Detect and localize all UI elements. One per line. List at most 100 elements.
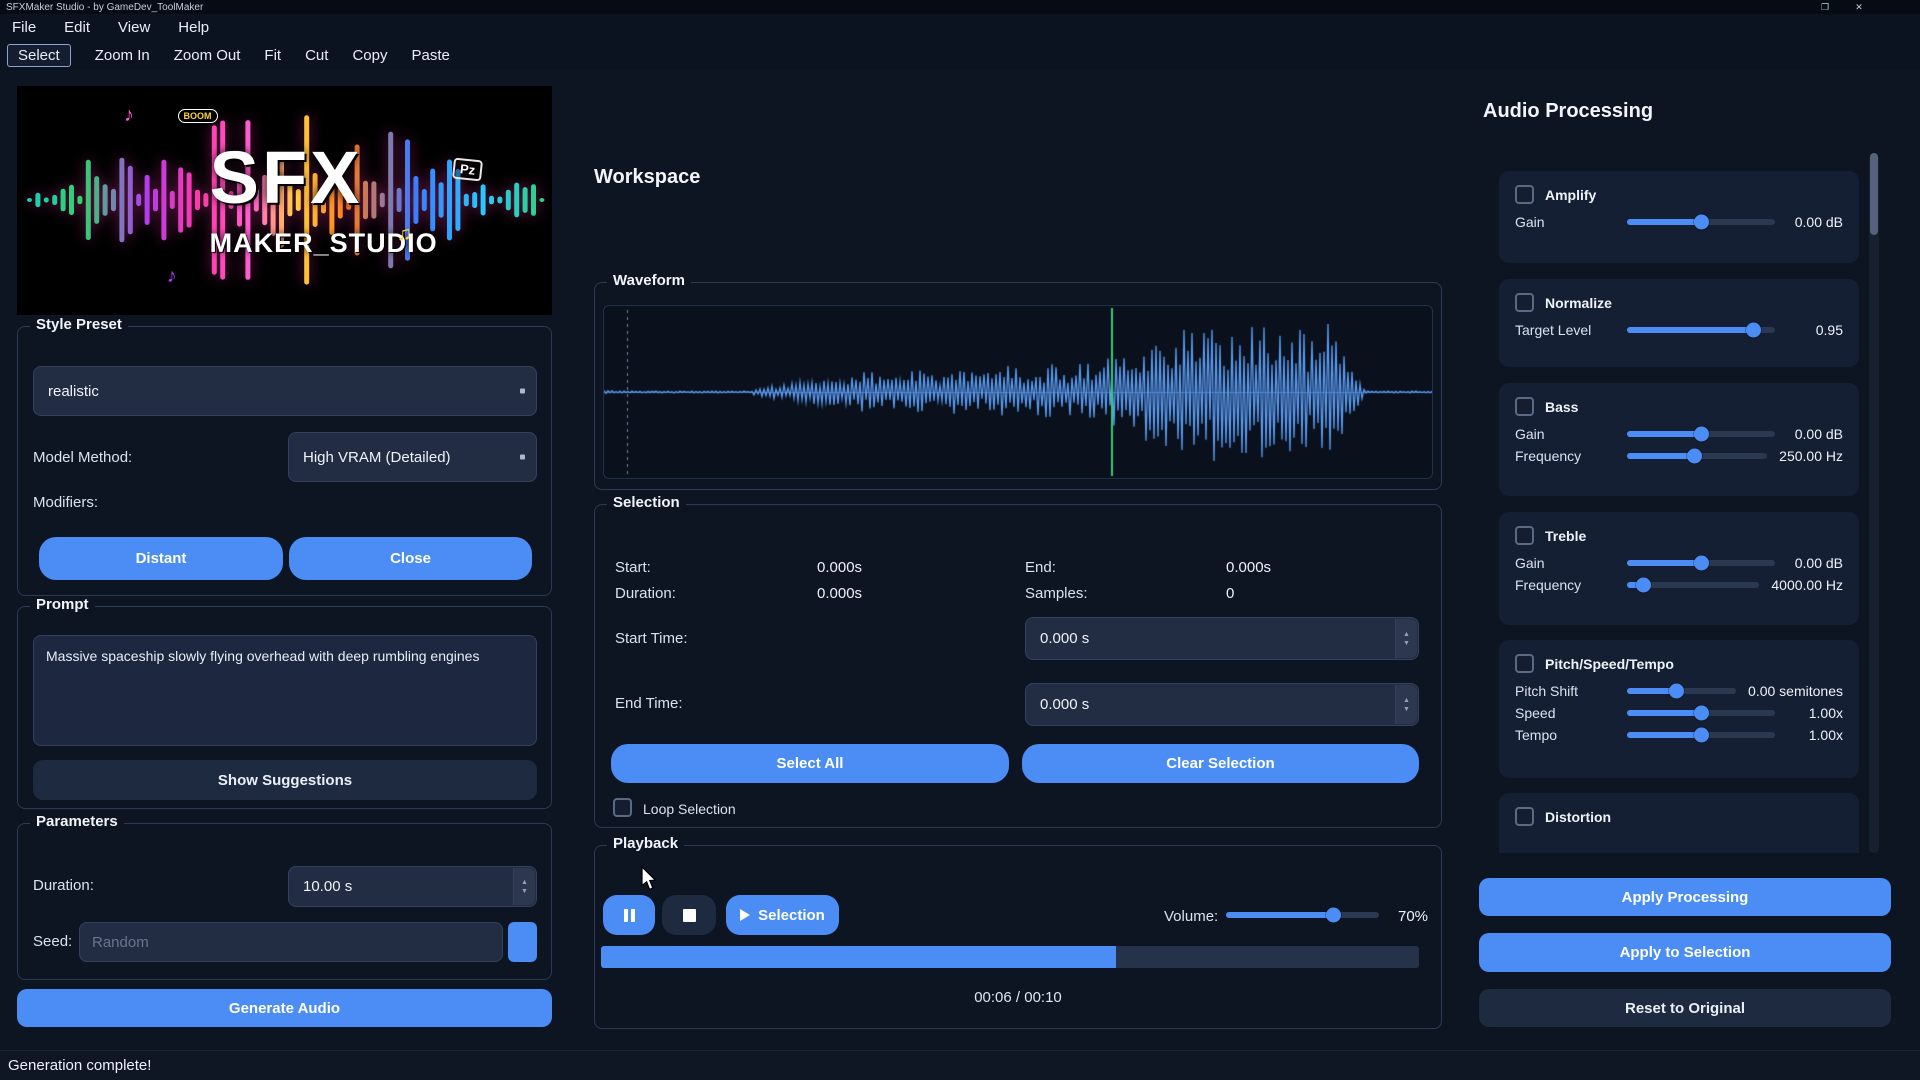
menu-edit[interactable]: Edit (64, 19, 90, 36)
selection-title: Selection (607, 494, 686, 511)
tool-cut[interactable]: Cut (305, 47, 328, 64)
waveform-canvas[interactable] (604, 306, 1432, 478)
selection-duration-value: 0.000s (817, 584, 862, 604)
tempo-slider[interactable] (1627, 732, 1775, 738)
speed-label: Speed (1515, 705, 1627, 721)
pitch-shift-value: 0.00 semitones (1748, 683, 1843, 699)
seed-random-button[interactable] (508, 922, 537, 962)
selection-end-label: End: (1025, 558, 1056, 578)
menu-file[interactable]: File (12, 19, 36, 36)
apply-processing-button[interactable]: Apply Processing (1479, 878, 1891, 916)
pitch-speed-tempo-label: Pitch/Speed/Tempo (1545, 656, 1674, 672)
tool-fit[interactable]: Fit (264, 47, 281, 64)
pitch-speed-tempo-checkbox[interactable] (1515, 654, 1534, 673)
pause-button[interactable] (603, 895, 655, 935)
treble-frequency-slider[interactable] (1627, 582, 1759, 588)
tempo-value: 1.00x (1787, 727, 1843, 743)
bass-card: Bass Gain 0.00 dB Frequency 250.00 Hz (1499, 383, 1859, 496)
style-preset-group: Style Preset realistic Model Method: Hig… (17, 326, 552, 596)
play-selection-button[interactable]: Selection (726, 895, 839, 935)
workspace-heading: Workspace (594, 166, 700, 189)
play-selection-label: Selection (758, 907, 825, 924)
distortion-label: Distortion (1545, 809, 1611, 825)
tool-copy[interactable]: Copy (352, 47, 387, 64)
selection-group: Selection Start: 0.000s End: 0.000s Dura… (594, 504, 1442, 828)
select-all-button[interactable]: Select All (611, 744, 1009, 783)
chevron-down-icon (520, 455, 525, 460)
duration-label: Duration: (33, 876, 94, 896)
tool-zoom-in[interactable]: Zoom In (95, 47, 150, 64)
bass-frequency-value: 250.00 Hz (1779, 448, 1843, 464)
processing-scroll-area: Amplify Gain 0.00 dB Normalize Target Le… (1499, 155, 1859, 853)
menu-bar: File Edit View Help (0, 14, 1920, 40)
modifier-distant-button[interactable]: Distant (39, 537, 283, 580)
status-bar: Generation complete! (0, 1050, 1920, 1080)
seed-label: Seed: (33, 932, 72, 952)
speed-slider[interactable] (1627, 710, 1775, 716)
duration-spinbox[interactable]: 10.00 s ▲▼ (288, 866, 537, 907)
target-level-slider[interactable] (1627, 327, 1775, 333)
tool-paste[interactable]: Paste (411, 47, 449, 64)
treble-gain-slider[interactable] (1627, 560, 1775, 566)
stop-button[interactable] (662, 895, 716, 935)
chevron-down-icon (520, 389, 525, 394)
maximize-button[interactable]: ❐ (1812, 0, 1838, 14)
normalize-checkbox[interactable] (1515, 293, 1534, 312)
processing-scrollbar-thumb[interactable] (1870, 153, 1878, 235)
model-method-label: Model Method: (33, 448, 132, 468)
bass-gain-slider[interactable] (1627, 431, 1775, 437)
prompt-textarea[interactable]: Massive spaceship slowly flying overhead… (33, 635, 537, 746)
logo-boom-bubble: BOOM (178, 109, 218, 123)
start-time-spinbox[interactable]: 0.000 s ▲▼ (1025, 617, 1419, 660)
amplify-checkbox[interactable] (1515, 185, 1534, 204)
treble-gain-label: Gain (1515, 555, 1627, 571)
logo-pz-badge: Pz (452, 158, 483, 182)
target-level-value: 0.95 (1787, 322, 1843, 338)
bass-frequency-slider[interactable] (1627, 453, 1767, 459)
playback-progress-bar[interactable] (601, 946, 1419, 968)
mouse-cursor (641, 866, 659, 892)
menu-help[interactable]: Help (178, 19, 209, 36)
volume-slider[interactable] (1226, 912, 1379, 918)
playback-time: 00:06 / 00:10 (595, 988, 1441, 1008)
speed-value: 1.00x (1787, 705, 1843, 721)
tool-zoom-out[interactable]: Zoom Out (174, 47, 241, 64)
distortion-card: Distortion (1499, 793, 1859, 853)
show-suggestions-button[interactable]: Show Suggestions (33, 760, 537, 800)
generate-audio-button[interactable]: Generate Audio (17, 989, 552, 1027)
reset-to-original-button[interactable]: Reset to Original (1479, 989, 1891, 1027)
processing-scrollbar-track[interactable] (1869, 153, 1879, 853)
apply-to-selection-button[interactable]: Apply to Selection (1479, 933, 1891, 972)
tool-select[interactable]: Select (7, 44, 71, 67)
spin-buttons[interactable]: ▲▼ (1395, 619, 1417, 658)
play-icon (740, 909, 750, 921)
selection-samples-label: Samples: (1025, 584, 1088, 604)
volume-value: 70% (1398, 907, 1428, 927)
model-method-value: High VRAM (Detailed) (303, 449, 451, 466)
music-note-icon: ♫ (397, 223, 412, 246)
amplify-gain-slider[interactable] (1627, 219, 1775, 225)
window-title: SFXMaker Studio - by GameDev_ToolMaker (6, 2, 203, 13)
menu-view[interactable]: View (118, 19, 150, 36)
style-preset-combo[interactable]: realistic (33, 366, 537, 416)
spin-buttons[interactable]: ▲▼ (513, 868, 535, 905)
spin-buttons[interactable]: ▲▼ (1395, 685, 1417, 724)
tool-bar: Select Zoom In Zoom Out Fit Cut Copy Pas… (0, 40, 1920, 70)
pitch-speed-tempo-card: Pitch/Speed/Tempo Pitch Shift 0.00 semit… (1499, 640, 1859, 778)
pitch-shift-slider[interactable] (1627, 688, 1736, 694)
treble-checkbox[interactable] (1515, 526, 1534, 545)
model-method-combo[interactable]: High VRAM (Detailed) (288, 432, 537, 482)
playback-title: Playback (607, 835, 684, 852)
distortion-checkbox[interactable] (1515, 807, 1534, 826)
modifier-close-button[interactable]: Close (289, 537, 532, 580)
seed-input[interactable] (79, 922, 503, 962)
bass-checkbox[interactable] (1515, 397, 1534, 416)
end-time-spinbox[interactable]: 0.000 s ▲▼ (1025, 683, 1419, 726)
clear-selection-button[interactable]: Clear Selection (1022, 744, 1419, 783)
duration-value: 10.00 s (303, 878, 352, 895)
loop-selection-checkbox[interactable] (613, 798, 632, 817)
normalize-label: Normalize (1545, 295, 1612, 311)
bass-gain-value: 0.00 dB (1787, 426, 1843, 442)
amplify-card: Amplify Gain 0.00 dB (1499, 171, 1859, 263)
close-button[interactable]: ✕ (1846, 0, 1872, 14)
